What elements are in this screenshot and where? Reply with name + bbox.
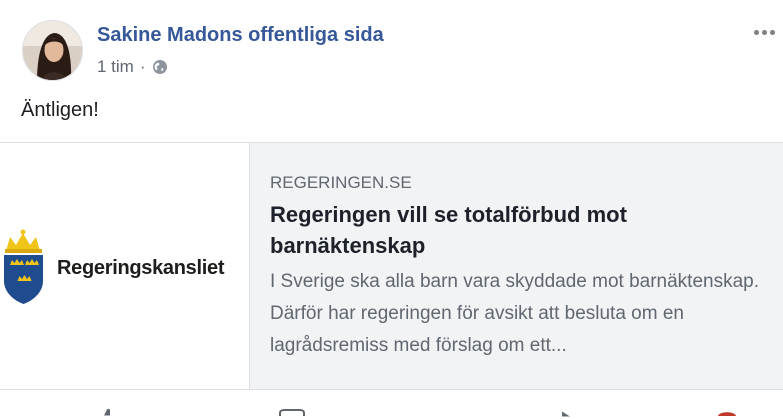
facebook-post: Sakine Madons offentliga sida 1 tim · Än… bbox=[0, 0, 783, 417]
share-icon[interactable] bbox=[562, 409, 572, 419]
profile-avatar-icon[interactable] bbox=[717, 408, 737, 418]
three-crowns-crest-icon bbox=[4, 229, 43, 304]
post-action-bar bbox=[0, 390, 783, 417]
post-meta: 1 tim · bbox=[97, 57, 168, 77]
author-avatar[interactable] bbox=[22, 20, 83, 81]
author-name-link[interactable]: Sakine Madons offentliga sida bbox=[97, 24, 384, 47]
globe-icon[interactable] bbox=[152, 59, 168, 75]
more-options-icon[interactable] bbox=[750, 22, 778, 42]
author-photo-icon bbox=[23, 21, 82, 80]
link-preview-card[interactable]: Regeringskansliet REGERINGEN.SE Regering… bbox=[0, 142, 783, 390]
meta-separator: · bbox=[139, 57, 146, 76]
post-timestamp[interactable]: 1 tim bbox=[97, 57, 134, 77]
link-description: I Sverige ska alla barn vara skyddade mo… bbox=[270, 271, 759, 356]
logo-text: Regeringskansliet bbox=[57, 257, 225, 279]
like-icon[interactable] bbox=[102, 407, 116, 417]
comment-icon[interactable] bbox=[279, 408, 305, 418]
link-title[interactable]: Regeringen vill se totalförbud mot barnä… bbox=[270, 199, 770, 261]
link-preview-image[interactable]: Regeringskansliet bbox=[0, 143, 250, 389]
link-domain: REGERINGEN.SE bbox=[270, 173, 412, 192]
post-message: Äntligen! bbox=[21, 99, 99, 121]
link-preview-body[interactable]: REGERINGEN.SE Regeringen vill se totalfö… bbox=[250, 143, 783, 389]
